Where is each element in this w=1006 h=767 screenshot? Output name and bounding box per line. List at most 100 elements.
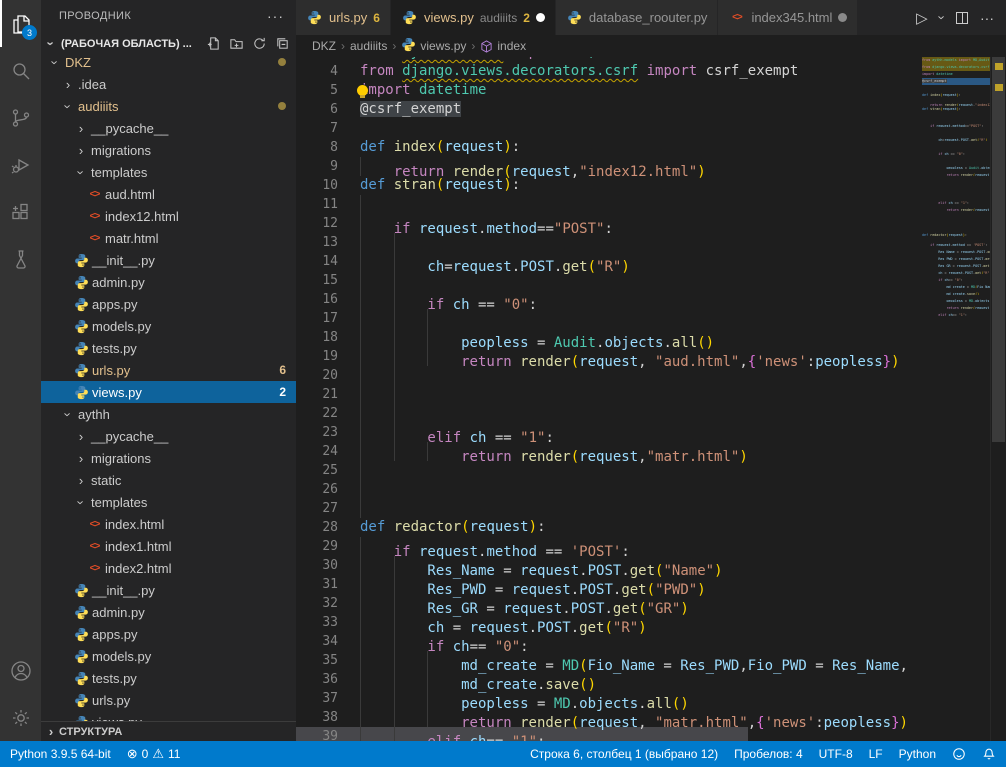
lightbulb-icon[interactable]: [357, 85, 368, 96]
tab-views-py[interactable]: views.pyaudiiits2: [391, 0, 556, 35]
tree-item--init-py[interactable]: __init__.py: [41, 579, 296, 601]
editor-scrollbar[interactable]: [990, 57, 1006, 741]
code-line-23[interactable]: 23elif ch == "1":: [296, 423, 1006, 442]
code-line-31[interactable]: 31Res_PWD = request.POST.get("PWD"): [296, 575, 1006, 594]
tree-item-models-py[interactable]: models.py: [41, 315, 296, 337]
breadcrumb-item-viewspy[interactable]: views.py: [401, 37, 466, 55]
encoding-status[interactable]: UTF-8: [819, 747, 853, 761]
code-line-6[interactable]: 6@csrf_exempt: [296, 100, 1006, 119]
explorer-more-icon[interactable]: ···: [267, 8, 284, 24]
minimap[interactable]: from aythh.models import MD,Auditfrom dj…: [922, 57, 990, 741]
tab-index345-html[interactable]: <>index345.html: [718, 0, 858, 35]
split-editor-icon[interactable]: [956, 12, 968, 24]
code-editor[interactable]: 3from aythh.models import MD,Audit4from …: [296, 57, 1006, 741]
code-line-18[interactable]: 18peopless = Audit.objects.all(): [296, 328, 1006, 347]
tree-item-apps-py[interactable]: apps.py: [41, 623, 296, 645]
breadcrumb-item-dkz[interactable]: DKZ: [312, 39, 336, 53]
refresh-icon[interactable]: [252, 36, 267, 51]
code-line-11[interactable]: 11: [296, 195, 1006, 214]
tree-item-tests-py[interactable]: tests.py: [41, 667, 296, 689]
code-line-21[interactable]: 21: [296, 385, 1006, 404]
language-mode-status[interactable]: Python: [899, 747, 936, 761]
code-line-17[interactable]: 17: [296, 309, 1006, 328]
tree-item-views-py[interactable]: views.py2: [41, 381, 296, 403]
tree-item-matr-html[interactable]: <>matr.html: [41, 227, 296, 249]
tree-item-models-py[interactable]: models.py: [41, 645, 296, 667]
tree-item-index2-html[interactable]: <>index2.html: [41, 557, 296, 579]
notifications-bell-icon[interactable]: [982, 747, 996, 761]
tree-item-index-html[interactable]: <>index.html: [41, 513, 296, 535]
code-line-37[interactable]: 37peopless = MD.objects.all(): [296, 689, 1006, 708]
breadcrumb-item-audiiits[interactable]: audiiits: [350, 39, 387, 53]
code-line-13[interactable]: 13: [296, 233, 1006, 252]
code-line-16[interactable]: 16if ch == "0":: [296, 290, 1006, 309]
code-line-26[interactable]: 26: [296, 480, 1006, 499]
code-line-22[interactable]: 22: [296, 404, 1006, 423]
code-line-27[interactable]: 27: [296, 499, 1006, 518]
code-line-4[interactable]: 4from django.views.decorators.csrf impor…: [296, 62, 1006, 81]
explorer-icon[interactable]: 3: [0, 0, 41, 47]
tree-item-DKZ[interactable]: ›DKZ: [41, 51, 296, 73]
code-line-29[interactable]: 29if request.method == 'POST':: [296, 537, 1006, 556]
tree-item-templates[interactable]: ›templates: [41, 161, 296, 183]
extensions-icon[interactable]: [0, 188, 41, 235]
code-line-34[interactable]: 34if ch== "0":: [296, 632, 1006, 651]
tree-item--pycache-[interactable]: ›__pycache__: [41, 425, 296, 447]
tab-database-roouter-py[interactable]: database_roouter.py: [556, 0, 719, 35]
python-interpreter-status[interactable]: Python 3.9.5 64-bit: [10, 747, 111, 761]
tree-item--init-py[interactable]: __init__.py: [41, 249, 296, 271]
feedback-icon[interactable]: [952, 747, 966, 761]
collapse-all-icon[interactable]: [275, 36, 290, 51]
eol-status[interactable]: LF: [869, 747, 883, 761]
code-line-8[interactable]: 8def index(request):: [296, 138, 1006, 157]
tree-item-migrations[interactable]: ›migrations: [41, 447, 296, 469]
tab-urls-py[interactable]: urls.py6: [296, 0, 391, 35]
new-file-icon[interactable]: [206, 36, 221, 51]
cursor-position-status[interactable]: Строка 6, столбец 1 (выбрано 12): [530, 747, 718, 761]
code-line-12[interactable]: 12if request.method=="POST":: [296, 214, 1006, 233]
tree-item-static[interactable]: ›static: [41, 469, 296, 491]
tree-item-admin-py[interactable]: admin.py: [41, 271, 296, 293]
code-line-7[interactable]: 7: [296, 119, 1006, 138]
code-line-19[interactable]: 19return render(request, "aud.html",{'ne…: [296, 347, 1006, 366]
tree-item-aythh[interactable]: ›aythh: [41, 403, 296, 425]
tree-item-admin-py[interactable]: admin.py: [41, 601, 296, 623]
code-line-38[interactable]: 38return render(request, "matr.html",{'n…: [296, 708, 1006, 727]
tree-item--idea[interactable]: ›.idea: [41, 73, 296, 95]
run-debug-icon[interactable]: [0, 141, 41, 188]
testing-icon[interactable]: [0, 235, 41, 282]
tree-item-templates[interactable]: ›templates: [41, 491, 296, 513]
tree-item-audiiits[interactable]: ›audiiits: [41, 95, 296, 117]
source-control-icon[interactable]: [0, 94, 41, 141]
tree-item-tests-py[interactable]: tests.py: [41, 337, 296, 359]
code-line-15[interactable]: 15: [296, 271, 1006, 290]
code-line-14[interactable]: 14ch=request.POST.get("R"): [296, 252, 1006, 271]
indentation-status[interactable]: Пробелов: 4: [734, 747, 803, 761]
tree-item-apps-py[interactable]: apps.py: [41, 293, 296, 315]
tree-item-index1-html[interactable]: <>index1.html: [41, 535, 296, 557]
search-icon[interactable]: [0, 47, 41, 94]
problems-status[interactable]: ⊗0 ⚠11: [127, 746, 181, 762]
code-line-35[interactable]: 35md_create = MD(Fio_Name = Res_PWD,Fio_…: [296, 651, 1006, 670]
code-line-24[interactable]: 24return render(request,"matr.html"): [296, 442, 1006, 461]
tree-item-migrations[interactable]: ›migrations: [41, 139, 296, 161]
run-dropdown-icon[interactable]: ›: [934, 15, 949, 19]
tree-item-urls-py[interactable]: urls.py: [41, 689, 296, 711]
run-python-file-icon[interactable]: ▷: [916, 9, 928, 27]
code-line-5[interactable]: 5import datetime: [296, 81, 1006, 100]
account-icon[interactable]: [0, 647, 41, 694]
new-folder-icon[interactable]: [229, 36, 244, 51]
code-line-32[interactable]: 32Res_GR = request.POST.get("GR"): [296, 594, 1006, 613]
breadcrumb-item-index[interactable]: index: [480, 39, 526, 53]
code-line-30[interactable]: 30Res_Name = request.POST.get("Name"): [296, 556, 1006, 575]
structure-section-header[interactable]: › СТРУКТУРА: [41, 721, 296, 741]
tree-item-views-py[interactable]: views.py: [41, 711, 296, 721]
scrollbar-thumb[interactable]: [992, 57, 1005, 442]
more-actions-icon[interactable]: ···: [980, 10, 994, 26]
code-line-28[interactable]: 28def redactor(request):: [296, 518, 1006, 537]
code-line-9[interactable]: 9return render(request,"index12.html"): [296, 157, 1006, 176]
tree-item--pycache-[interactable]: ›__pycache__: [41, 117, 296, 139]
settings-gear-icon[interactable]: [0, 694, 41, 741]
tree-item-index12-html[interactable]: <>index12.html: [41, 205, 296, 227]
tree-item-urls-py[interactable]: urls.py6: [41, 359, 296, 381]
